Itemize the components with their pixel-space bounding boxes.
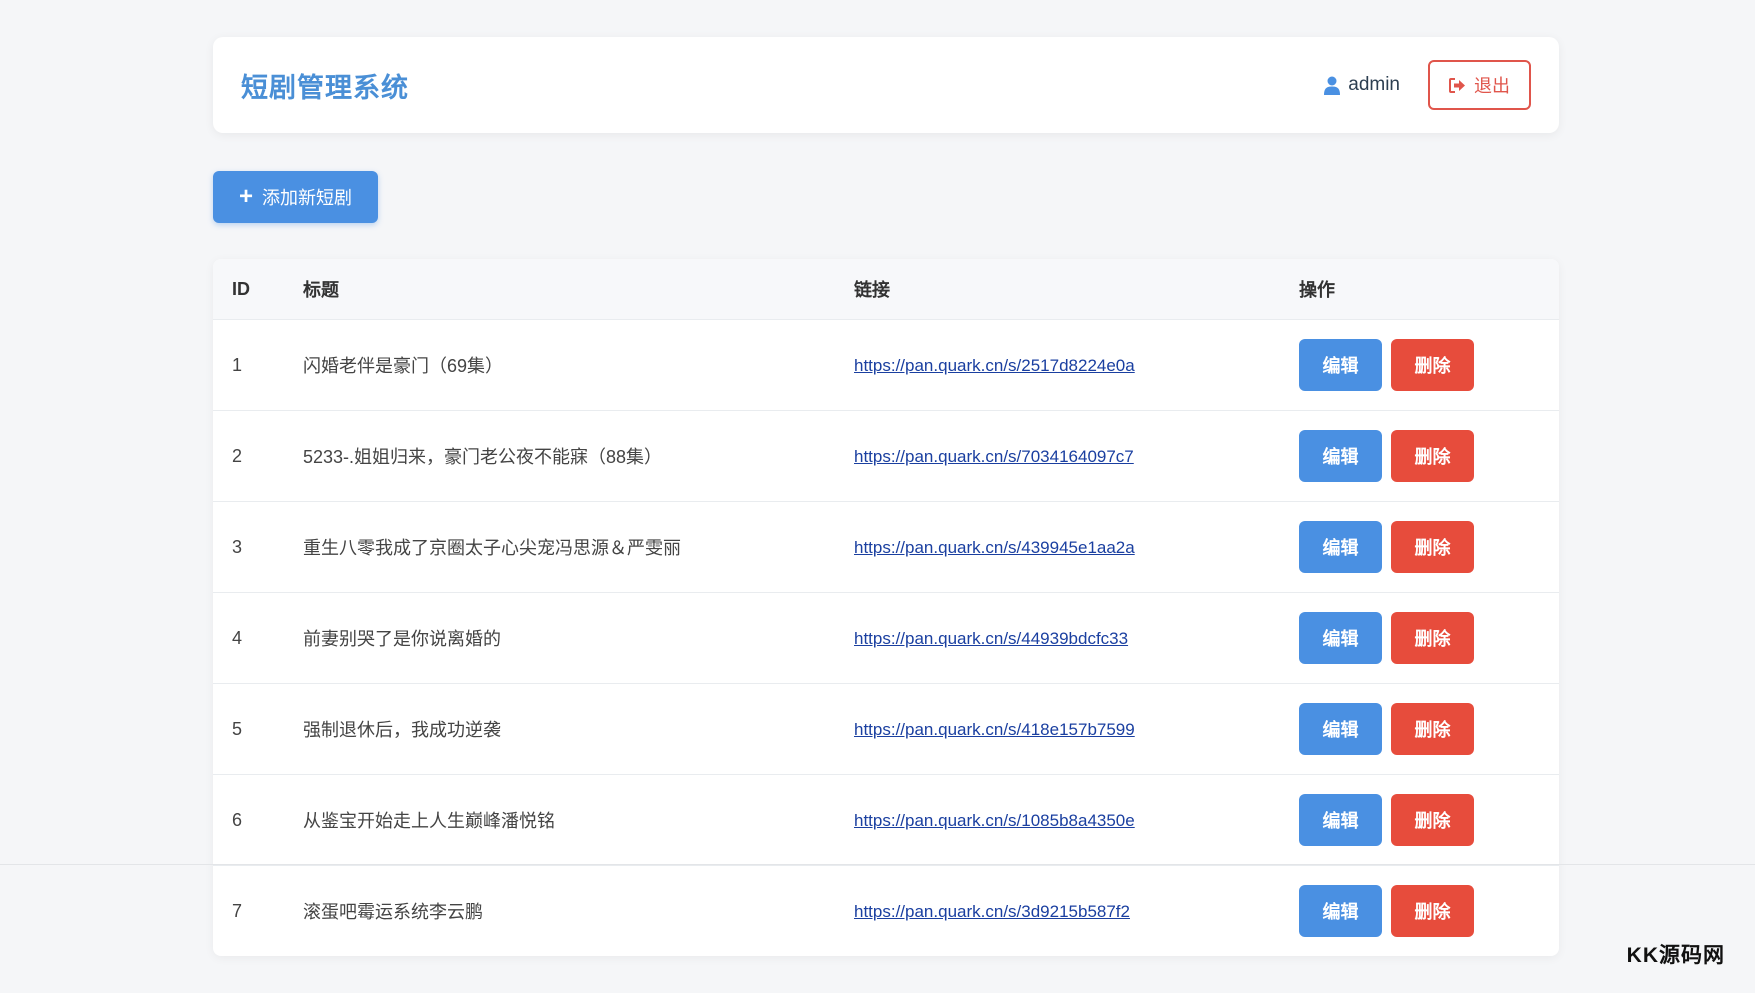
table-header: ID 标题 链接 操作: [213, 259, 1559, 320]
edit-button[interactable]: 编辑: [1299, 703, 1382, 755]
row-id: 7: [232, 900, 243, 921]
row-title: 滚蛋吧霉运系统李云鹏: [303, 902, 483, 922]
edit-button[interactable]: 编辑: [1299, 885, 1382, 937]
delete-button[interactable]: 删除: [1391, 612, 1474, 664]
table-row: 5 强制退休后，我成功逆袭 https://pan.quark.cn/s/418e1…: [213, 684, 1559, 775]
row-actions: 编辑 删除: [1299, 430, 1559, 482]
column-header-link: 链接: [854, 280, 890, 300]
plus-icon: +: [238, 183, 253, 210]
watermark: KK源码网: [1626, 944, 1725, 967]
edit-button[interactable]: 编辑: [1299, 521, 1382, 573]
delete-button[interactable]: 删除: [1391, 430, 1474, 482]
table-row: 3 重生八零我成了京圈太子心尖宠冯思源＆严雯丽 https://pan.quark.…: [213, 502, 1559, 593]
row-id: 4: [232, 627, 243, 648]
table-row: 7 滚蛋吧霉运系统李云鹏 https://pan.quark.cn/s/3d9215…: [213, 866, 1559, 956]
delete-button[interactable]: 删除: [1391, 885, 1474, 937]
delete-button[interactable]: 删除: [1391, 521, 1474, 573]
current-user: admin: [1324, 74, 1400, 96]
row-link[interactable]: https://pan.quark.cn/s/418e157b7599: [854, 720, 1135, 739]
row-title: 重生八零我成了京圈太子心尖宠冯思源＆严雯丽: [303, 538, 681, 558]
drama-table: ID 标题 链接 操作 1 闪婚老伴是豪门（69集） https://pan.qua…: [213, 259, 1559, 956]
app-header: 短剧管理系统 admin 退出: [213, 37, 1559, 133]
row-id: 5: [232, 718, 243, 739]
row-actions: 编辑 删除: [1299, 612, 1559, 664]
row-link[interactable]: https://pan.quark.cn/s/439945e1aa2a: [854, 538, 1135, 557]
row-link[interactable]: https://pan.quark.cn/s/1085b8a4350e: [854, 811, 1135, 830]
row-link[interactable]: https://pan.quark.cn/s/7034164097c7: [854, 447, 1134, 466]
row-title: 从鉴宝开始走上人生巅峰潘悦铭: [303, 811, 555, 831]
row-id: 1: [232, 354, 243, 375]
row-link[interactable]: https://pan.quark.cn/s/44939bdcfc33: [854, 629, 1128, 648]
column-header-id: ID: [232, 278, 250, 299]
delete-button[interactable]: 删除: [1391, 703, 1474, 755]
row-title: 前妻别哭了是你说离婚的: [303, 629, 501, 649]
row-title: 强制退休后，我成功逆袭: [303, 720, 501, 740]
table-row: 4 前妻别哭了是你说离婚的 https://pan.quark.cn/s/44939…: [213, 593, 1559, 684]
sign-out-icon: [1449, 77, 1465, 93]
app-title: 短剧管理系统: [241, 72, 409, 103]
row-actions: 编辑 删除: [1299, 794, 1559, 846]
row-link[interactable]: https://pan.quark.cn/s/3d9215b587f2: [854, 902, 1130, 921]
row-id: 6: [232, 809, 243, 830]
add-drama-button[interactable]: + 添加新短剧: [213, 171, 378, 223]
edit-button[interactable]: 编辑: [1299, 794, 1382, 846]
table-row: 6 从鉴宝开始走上人生巅峰潘悦铭 https://pan.quark.cn/s/10…: [213, 775, 1559, 866]
delete-button[interactable]: 删除: [1391, 339, 1474, 391]
edit-button[interactable]: 编辑: [1299, 612, 1382, 664]
row-actions: 编辑 删除: [1299, 703, 1559, 755]
header-actions: admin 退出: [1324, 60, 1531, 110]
logout-label: 退出: [1474, 76, 1510, 96]
table-body: 1 闪婚老伴是豪门（69集） https://pan.quark.cn/s/2517…: [213, 320, 1559, 956]
page-divider: [0, 864, 1755, 865]
column-header-actions: 操作: [1299, 280, 1335, 300]
table-row: 2 5233-.姐姐归来，豪门老公夜不能寐（88集） https://pan.qua…: [213, 411, 1559, 502]
row-actions: 编辑 删除: [1299, 339, 1559, 391]
row-title: 闪婚老伴是豪门（69集）: [303, 356, 504, 376]
username: admin: [1348, 74, 1400, 95]
delete-button[interactable]: 删除: [1391, 794, 1474, 846]
edit-button[interactable]: 编辑: [1299, 430, 1382, 482]
row-actions: 编辑 删除: [1299, 521, 1559, 573]
row-link[interactable]: https://pan.quark.cn/s/2517d8224e0a: [854, 356, 1135, 375]
row-id: 3: [232, 536, 243, 557]
row-actions: 编辑 删除: [1299, 885, 1559, 937]
column-header-title: 标题: [303, 280, 339, 300]
table-row: 1 闪婚老伴是豪门（69集） https://pan.quark.cn/s/2517…: [213, 320, 1559, 411]
row-id: 2: [232, 445, 243, 466]
row-title: 5233-.姐姐归来，豪门老公夜不能寐（88集）: [303, 447, 663, 467]
edit-button[interactable]: 编辑: [1299, 339, 1382, 391]
user-icon: [1324, 76, 1341, 95]
app-container: 短剧管理系统 admin 退出 + 添加新短剧 ID 标题 链接 操作 1 闪婚…: [213, 37, 1559, 956]
add-drama-label: 添加新短剧: [262, 188, 352, 208]
logout-button[interactable]: 退出: [1428, 60, 1531, 110]
